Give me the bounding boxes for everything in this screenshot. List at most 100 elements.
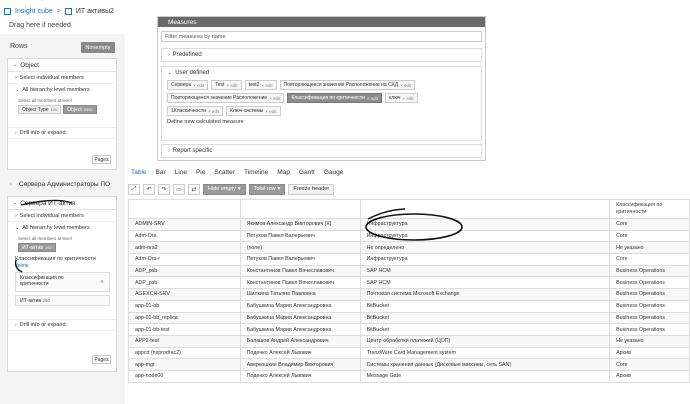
tab-bar[interactable]: Bar <box>156 169 166 176</box>
tab-table[interactable]: Table <box>131 169 147 176</box>
classification-count: 9 <box>100 279 103 284</box>
level-pill-it-asset[interactable]: ИТ-актив 260 <box>18 243 56 252</box>
measures-header[interactable]: Measures <box>158 17 485 27</box>
redo-icon[interactable]: ↷ <box>158 183 170 195</box>
classification-level-box[interactable]: Классификация по критичности 9 <box>15 272 110 292</box>
measure-chip[interactable]: ключ × edit <box>385 93 418 103</box>
table-cell: Инфраструктура <box>359 253 611 266</box>
measure-chip-selected[interactable]: Классификация по критичности × edit <box>287 93 383 103</box>
tab-timeline[interactable]: Timeline <box>244 169 268 176</box>
table-cell: Business Operations <box>609 311 690 325</box>
select-individual-members-2[interactable]: › Select individual members <box>8 210 116 222</box>
table-cell: Почтовая система Microsoft Exchange <box>359 288 611 301</box>
header-classification[interactable]: Классификация по критичности <box>609 199 690 219</box>
rows-title: Rows <box>10 43 28 50</box>
user-defined-header[interactable]: ⌄ User defined <box>162 67 481 79</box>
servers-admin-title[interactable]: Сервера Администраторы ПО <box>19 181 110 188</box>
table-row[interactable]: AGEXCH-SRV Шилкина Татьяна Павловна Почтов… <box>128 288 690 301</box>
measure-chip[interactable]: Сервера × edit <box>167 80 209 90</box>
drill-into-expand[interactable]: › Drill into or expand <box>8 127 116 139</box>
measure-chip[interactable]: Ключ системы × edit <box>226 106 281 116</box>
predefined-section[interactable]: › Predefined <box>161 48 482 62</box>
table-cell: Архив <box>609 346 690 360</box>
delete-link[interactable]: delete <box>8 262 116 269</box>
table-row[interactable]: Adm-Ora Петухов Павел Валерьевич Инфрастру… <box>128 229 690 243</box>
view-tabs: Table Bar Line Pie Scatter Timeline Map … <box>131 169 343 176</box>
servers-it-dimension: ⌄ Сервера ИТ-актив › Select individual m… <box>7 196 117 372</box>
measures-panel: Measures Filter measures by name › Predef… <box>157 16 486 161</box>
measure-chip[interactable]: Test × edit <box>211 80 242 90</box>
object-title: Object <box>20 61 39 69</box>
chevron-right-icon: › <box>15 130 17 136</box>
classification-title: Классификация по критичности <box>15 256 96 262</box>
table-row[interactable]: app-01-bb Бабушкина Мария Александровна Bi… <box>128 299 690 313</box>
measure-chip[interactable]: Повторяющееся значение Расположение × edi… <box>167 93 285 103</box>
table-cell: BitBucket <box>359 311 611 325</box>
nonempty-button[interactable]: Nonempty <box>81 42 115 53</box>
freeze-header-button[interactable]: Freeze header <box>288 183 335 195</box>
pages-button[interactable]: Pages <box>92 155 111 164</box>
rows-panel: Rows Nonempty ⌄ Object › Select individu… <box>0 34 125 404</box>
tab-gauge[interactable]: Gauge <box>324 169 344 176</box>
table-cell: Петухов Павел Валерьевич <box>239 229 361 243</box>
table-cell: TranzWare Card Management system <box>359 346 611 360</box>
total-row-dropdown[interactable]: Total row ▾ <box>248 183 286 195</box>
tab-map[interactable]: Map <box>277 169 290 176</box>
all-hierarchy-level-members-2[interactable]: ⌄ All hierarchy level members <box>8 222 116 234</box>
drill-into-expand-2[interactable]: › Drill into or expand <box>8 319 116 331</box>
define-new-measure-link[interactable]: Define new calculated measure <box>162 117 481 127</box>
table-row[interactable]: app-node00 Поденко Алексей Львович Message… <box>128 369 690 383</box>
table-cell: APP2-test <box>128 334 241 348</box>
measure-chip[interactable]: Повторяющееся значение Расположение на С… <box>279 80 416 90</box>
table-cell: Центр обработки платежей (ЦОП) <box>359 334 611 348</box>
object-dimension-header[interactable]: ⌄ Object <box>8 59 116 72</box>
measure-chip[interactable]: test2 × edit <box>244 80 277 90</box>
caret-down-icon: ▾ <box>277 186 281 192</box>
all-hierarchy-level-members[interactable]: ⌄ All hierarchy level members <box>8 84 116 96</box>
measure-chip[interactable]: 1Классичности × edit <box>167 106 224 116</box>
table-cell: app-01-bb-test <box>128 323 241 336</box>
servers-it-header[interactable]: ⌄ Сервера ИТ-актив <box>8 197 116 210</box>
table-row[interactable]: ADP_psb Константинов Павел Вячеславович SA… <box>128 264 690 278</box>
table-row[interactable]: APP2-test Балашов Андрей Александрович Цен… <box>128 334 690 348</box>
hide-empty-dropdown[interactable]: Hide empty ▾ <box>203 183 246 195</box>
select-individual-members[interactable]: › Select individual members <box>8 72 116 84</box>
table-cell: Business Operations <box>609 299 690 313</box>
tab-gantt[interactable]: Gantt <box>299 169 315 176</box>
table-row[interactable]: app-mgr Аверкошкин Владимир Викторович Сис… <box>128 358 690 371</box>
chevron-right-icon: › <box>10 182 12 188</box>
table-cell: Бабушкина Мария Александровна <box>239 299 361 313</box>
table-cell: ADP_psb <box>128 264 241 278</box>
table-row[interactable]: Adm-Ora-r Петухов Павел Валерьевич Инфраст… <box>128 253 690 266</box>
table-row[interactable]: ADMIN-SRV Якимов Александр Викторович [X]… <box>128 218 690 231</box>
table-cell: Adm-Ora <box>128 229 241 243</box>
comment-icon[interactable]: ▭ <box>173 183 185 195</box>
table-row[interactable]: ADP_psb Константинов Павел Вячеславович SA… <box>128 276 690 290</box>
fullscreen-icon[interactable]: ⤢ <box>128 183 140 195</box>
table-cell: (none) <box>239 241 361 255</box>
undo-icon[interactable]: ↶ <box>143 183 155 195</box>
table-cell: app-node00 <box>128 369 241 383</box>
it-asset-level-box[interactable]: ИТ-актив 260 <box>15 295 110 306</box>
level-pill-object[interactable]: Object 5490 <box>63 105 97 114</box>
measures-filter-input[interactable]: Filter measures by name <box>161 31 482 42</box>
report-specific-section[interactable]: › Report specific <box>161 144 482 158</box>
tab-line[interactable]: Line <box>175 169 187 176</box>
table-cell: Петухов Павел Валерьевич <box>239 253 361 266</box>
table-row[interactable]: appcd (nxprodrac2) Поденко Алексей Львови… <box>128 346 690 360</box>
table-row[interactable]: app-01-bb-test Бабушкина Мария Александро… <box>128 323 690 336</box>
tab-scatter[interactable]: Scatter <box>214 169 235 176</box>
table-row[interactable]: adm-ora2 (none) Не определено Не указано <box>128 241 690 255</box>
table-row[interactable]: app-01-bb_replica Бабушкина Мария Алексан… <box>128 311 690 325</box>
table-cell: Системы хранения данных (Дисковые массив… <box>359 358 611 371</box>
tab-pie[interactable]: Pie <box>196 169 205 176</box>
table-cell: Adm-Ora-r <box>128 253 241 266</box>
pages-button-2[interactable]: Pages <box>92 355 111 364</box>
breadcrumb-app[interactable]: Insight cube <box>15 8 53 15</box>
level-pill-object-type[interactable]: Object Type 120 <box>18 105 62 114</box>
table-toolbar: ⤢ ↶ ↷ ▭ ⇄ Hide empty ▾ Total row ▾ Freeze … <box>128 183 335 195</box>
table-cell: Core <box>609 253 690 266</box>
swap-icon[interactable]: ⇄ <box>188 183 200 195</box>
table-cell: Message Gate <box>359 369 611 383</box>
breadcrumb-separator: > <box>56 7 61 15</box>
